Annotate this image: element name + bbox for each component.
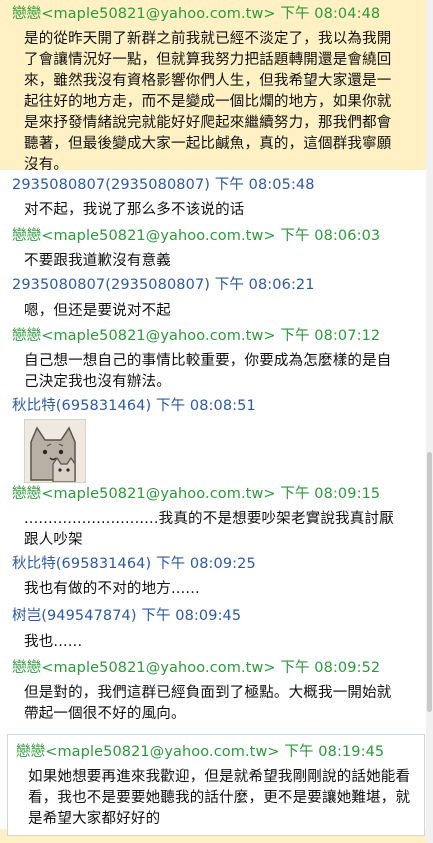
sender-name: 戀戀<maple50821@yahoo.com.tw> xyxy=(16,744,280,760)
sender-name: 戀戀<maple50821@yahoo.com.tw> xyxy=(12,328,276,344)
chat-message: 戀戀<maple50821@yahoo.com.tw> 下午 08:09:52 … xyxy=(0,656,426,736)
message-header: 戀戀<maple50821@yahoo.com.tw> 下午 08:09:52 xyxy=(12,658,380,678)
message-header: 戀戀<maple50821@yahoo.com.tw> 下午 08:07:12 xyxy=(12,326,380,346)
message-header: 秋比特(695831464) 下午 08:09:25 xyxy=(12,554,256,574)
sender-name: 戀戀<maple50821@yahoo.com.tw> xyxy=(12,660,276,676)
message-header: 2935080807(2935080807) 下午 08:06:21 xyxy=(12,275,315,295)
message-header: 戀戀<maple50821@yahoo.com.tw> 下午 08:06:03 xyxy=(12,226,380,246)
message-time: 下午 08:09:25 xyxy=(155,556,256,572)
chat-message: 2935080807(2935080807) 下午 08:06:21 嗯，但还是… xyxy=(0,274,426,326)
message-time: 下午 08:09:45 xyxy=(141,608,242,624)
chat-message: 2935080807(2935080807) 下午 08:05:48 对不起，我… xyxy=(0,172,426,224)
message-text: 是的從昨天開了新群之前我就已經不淡定了，我以為我開了會讓情況好一點，但就算我努力… xyxy=(24,31,392,173)
cat-sticker-image[interactable] xyxy=(24,419,86,483)
sender-name: 戀戀<maple50821@yahoo.com.tw> xyxy=(12,6,276,22)
message-header: 戀戀<maple50821@yahoo.com.tw> 下午 08:19:45 xyxy=(16,742,384,762)
chat-message: 秋比特(695831464) 下午 08:09:25 我也有做的不对的地方...… xyxy=(0,554,426,604)
message-time: 下午 08:09:52 xyxy=(280,660,381,676)
message-text: 如果她想要再進來我歡迎，但是就希望我剛剛說的話她能看看，我也不是要要她聽我的話什… xyxy=(28,769,411,827)
scrollbar-thumb[interactable] xyxy=(427,452,432,712)
sender-name: 树岂(949547874) xyxy=(12,608,137,624)
message-preview-popup: 戀戀<maple50821@yahoo.com.tw> 下午 08:19:45 … xyxy=(8,735,424,835)
vertical-scrollbar[interactable] xyxy=(426,0,433,843)
message-time: 下午 08:06:21 xyxy=(214,277,315,293)
sender-name: 戀戀<maple50821@yahoo.com.tw> xyxy=(12,486,276,502)
message-time: 下午 08:05:48 xyxy=(214,177,315,193)
message-text: 自己想一想自己的事情比較重要，你要成為怎麼樣的是自己決定我也沒有辦法。 xyxy=(24,353,392,390)
chat-message: 树岂(949547874) 下午 08:09:45 我也...... xyxy=(0,604,426,656)
message-header: 戀戀<maple50821@yahoo.com.tw> 下午 08:09:15 xyxy=(12,484,380,504)
message-text: 我也...... xyxy=(24,634,83,650)
message-time: 下午 08:19:45 xyxy=(284,744,385,760)
cat-sticker-icon xyxy=(25,420,85,483)
sender-name: 秋比特(695831464) xyxy=(12,398,152,414)
message-text: 我也有做的不对的地方...... xyxy=(24,581,200,597)
message-header: 戀戀<maple50821@yahoo.com.tw> 下午 08:04:48 xyxy=(12,4,380,24)
message-header: 2935080807(2935080807) 下午 08:05:48 xyxy=(12,175,315,195)
message-text: 嗯，但还是要说对不起 xyxy=(24,303,171,319)
message-time: 下午 08:08:51 xyxy=(155,398,256,414)
sender-name: 秋比特(695831464) xyxy=(12,556,152,572)
message-text: ............................我真的不是想要吵架老實說… xyxy=(24,511,394,548)
message-text: 但是對的，我們這群已經負面到了極點。大概我一開始就帶起一個很不好的風向。 xyxy=(24,685,392,722)
chat-message: 戀戀<maple50821@yahoo.com.tw> 下午 08:06:03 … xyxy=(0,224,426,274)
message-time: 下午 08:09:15 xyxy=(280,486,381,502)
chat-message: 戀戀<maple50821@yahoo.com.tw> 下午 08:07:12 … xyxy=(0,326,426,396)
message-time: 下午 08:04:48 xyxy=(280,6,381,22)
message-time: 下午 08:07:12 xyxy=(280,328,381,344)
chat-message: 秋比特(695831464) 下午 08:08:51 xyxy=(0,396,426,484)
sender-name: 2935080807(2935080807) xyxy=(12,177,211,193)
message-header: 秋比特(695831464) 下午 08:08:51 xyxy=(12,396,256,416)
sender-name: 2935080807(2935080807) xyxy=(12,277,211,293)
message-time: 下午 08:06:03 xyxy=(280,228,381,244)
chat-log[interactable]: 戀戀<maple50821@yahoo.com.tw> 下午 08:04:48 … xyxy=(0,0,426,843)
message-text: 不要跟我道歉沒有意義 xyxy=(24,253,171,269)
message-text: 对不起，我说了那么多不该说的话 xyxy=(24,202,245,218)
chat-message: 戀戀<maple50821@yahoo.com.tw> 下午 08:09:15 … xyxy=(0,484,426,554)
chat-message: 戀戀<maple50821@yahoo.com.tw> 下午 08:04:48 … xyxy=(0,0,426,173)
sender-name: 戀戀<maple50821@yahoo.com.tw> xyxy=(12,228,276,244)
message-header: 树岂(949547874) 下午 08:09:45 xyxy=(12,606,241,626)
